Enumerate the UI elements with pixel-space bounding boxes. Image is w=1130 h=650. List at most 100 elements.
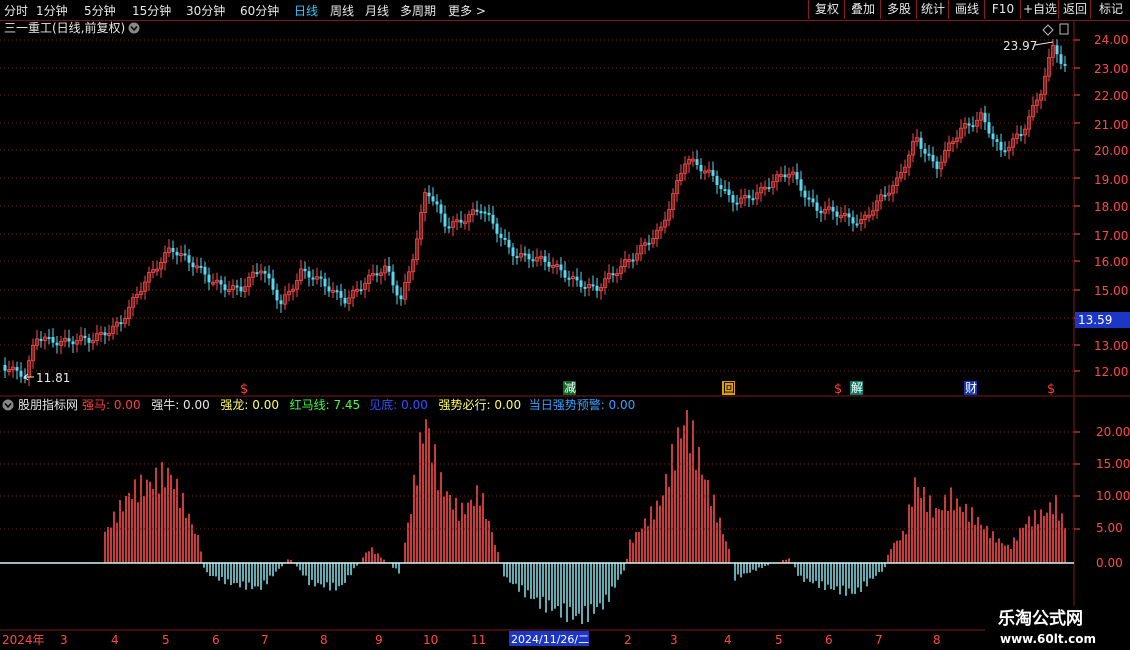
ind-y-tick: 5.00 xyxy=(1096,521,1123,535)
candle-body xyxy=(583,286,587,289)
candle-body xyxy=(483,211,487,214)
date-label: 6 xyxy=(212,633,220,647)
date-label: 8 xyxy=(320,633,328,647)
candle-body xyxy=(991,133,995,140)
candle-body xyxy=(803,190,807,198)
tab-multi-period[interactable]: 多周期 xyxy=(400,2,436,19)
indicator-values: 强马: 0.00 强牛: 0.00 强龙: 0.00 红马线: 7.45 见底: 0.0… xyxy=(82,397,635,412)
candle-body xyxy=(375,273,379,276)
tab-weekly[interactable]: 周线 xyxy=(330,2,354,19)
current-price-label: 13.59 xyxy=(1078,313,1112,327)
candle-body xyxy=(439,204,443,214)
candle-body xyxy=(795,172,799,180)
chart-area[interactable]: 三一重工(日线,前复权) 24.00 23.00 22.00 21.00 20.… xyxy=(0,20,1130,650)
candle-body xyxy=(783,174,787,178)
candle-body xyxy=(119,322,123,325)
y-tick: 15.00 xyxy=(1094,284,1128,298)
candle-body xyxy=(55,342,59,346)
candle-body xyxy=(267,273,271,279)
candle-body xyxy=(747,195,751,199)
candle-body xyxy=(187,255,191,263)
draw-line-button[interactable]: 画线 xyxy=(948,0,985,19)
date-label: 3 xyxy=(670,633,678,647)
candle-body xyxy=(487,212,491,215)
title-dropdown-icon[interactable] xyxy=(128,22,140,34)
candle-body xyxy=(507,239,511,248)
candle-body xyxy=(699,164,703,172)
candle-body xyxy=(3,365,7,371)
candle-body xyxy=(319,276,323,279)
indicator-name[interactable]: 股朋指标网 xyxy=(18,397,78,412)
candle-body xyxy=(995,139,999,142)
date-label: 7 xyxy=(261,633,269,647)
tab-30min[interactable]: 30分钟 xyxy=(186,2,225,19)
f10-button[interactable]: F10 xyxy=(984,0,1021,19)
candle-body xyxy=(359,289,363,292)
candle-body xyxy=(275,289,279,301)
candle-body xyxy=(387,265,391,272)
candle-body xyxy=(491,214,495,224)
candle-body xyxy=(311,277,315,280)
candle-body xyxy=(819,210,823,214)
candle-body xyxy=(527,253,531,260)
candle-body xyxy=(851,217,855,224)
y-tick: 16.00 xyxy=(1094,255,1128,269)
candle-body xyxy=(323,278,327,287)
candle-body xyxy=(223,284,227,291)
y-tick: 13.00 xyxy=(1094,339,1128,353)
tab-more[interactable]: 更多 > xyxy=(448,2,486,19)
candle-body xyxy=(735,202,739,205)
date-label: 6 xyxy=(825,633,833,647)
candle-body xyxy=(591,284,595,287)
candle-body xyxy=(447,226,451,229)
tab-5min[interactable]: 5分钟 xyxy=(84,2,116,19)
candle-body xyxy=(271,278,275,290)
y-tick: 12.00 xyxy=(1094,365,1128,379)
diamond-icon[interactable] xyxy=(1042,24,1054,36)
tab-1min[interactable]: 1分钟 xyxy=(36,2,68,19)
tab-daily[interactable]: 日线 xyxy=(294,2,318,19)
watermark-title: 乐淘公式网 xyxy=(998,608,1083,629)
candle-body xyxy=(595,285,599,291)
candle-body xyxy=(427,192,431,197)
tab-fenshi[interactable]: 分时 xyxy=(4,2,28,19)
candle-body xyxy=(475,209,479,212)
date-label: 5 xyxy=(162,633,170,647)
candle-body xyxy=(395,285,399,296)
tab-monthly[interactable]: 月线 xyxy=(365,2,389,19)
overlay-button[interactable]: 叠加 xyxy=(844,0,881,19)
candle-body xyxy=(515,256,519,259)
y-tick: 21.00 xyxy=(1094,118,1128,132)
date-label: 2 xyxy=(624,633,632,647)
candle-body xyxy=(967,123,971,126)
date-label: 8 xyxy=(933,633,941,647)
candle-body xyxy=(19,370,23,377)
indicator-field-3: 红马线: 7.45 xyxy=(290,397,361,412)
statistics-button[interactable]: 统计 xyxy=(916,0,949,19)
multi-stock-button[interactable]: 多股 xyxy=(880,0,917,19)
ind-y-tick: 20.00 xyxy=(1096,425,1130,439)
hui-marker: 回 xyxy=(723,381,735,395)
candle-body xyxy=(255,272,259,275)
dollar-marker-icon: $ xyxy=(1047,382,1055,397)
candle-body xyxy=(983,112,987,123)
indicator-dropdown-icon[interactable] xyxy=(2,399,14,411)
tab-15min[interactable]: 15分钟 xyxy=(132,2,171,19)
cai-marker: 财 xyxy=(965,381,977,395)
candle-body xyxy=(807,197,811,200)
add-watchlist-button[interactable]: +自选 xyxy=(1020,0,1059,19)
candle-body xyxy=(435,201,439,205)
candle-body xyxy=(51,337,55,343)
panel-icon[interactable] xyxy=(1059,23,1069,35)
candle-body xyxy=(71,341,75,345)
tab-60min[interactable]: 60分钟 xyxy=(240,2,279,19)
candle-body xyxy=(523,253,527,256)
fuquan-button[interactable]: 复权 xyxy=(808,0,845,19)
back-button[interactable]: 返回 xyxy=(1058,0,1091,19)
candle-body xyxy=(1003,150,1007,153)
candle-body xyxy=(479,211,483,214)
mark-button[interactable]: 标记 xyxy=(1090,0,1130,19)
date-label: 4 xyxy=(111,633,119,647)
cursor-date: 2024/11/26/二 xyxy=(511,633,589,646)
candle-body xyxy=(559,264,563,271)
